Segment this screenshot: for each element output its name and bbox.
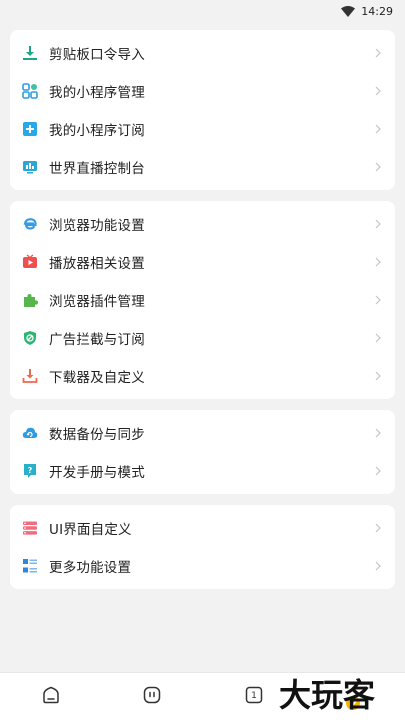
- menu-item-label: 广告拦截与订阅: [49, 332, 145, 348]
- menu-item-label: UI界面自定义: [49, 522, 132, 538]
- menu-item-label: 播放器相关设置: [49, 256, 145, 272]
- menu-item-label: 下载器及自定义: [49, 370, 145, 386]
- settings-list: 剪贴板口令导入 我的小程序管理 我的小程序订阅 世界直播控制台 浏览器功能设置 …: [0, 22, 405, 589]
- menu-item-label: 剪贴板口令导入: [49, 47, 145, 63]
- shield-block-icon: [21, 329, 39, 347]
- settings-card: 剪贴板口令导入 我的小程序管理 我的小程序订阅 世界直播控制台: [10, 30, 395, 190]
- menu-item-dev-manual[interactable]: ? 开发手册与模式: [10, 452, 395, 490]
- help-doc-icon: ?: [21, 462, 39, 480]
- menu-item-more-settings[interactable]: 更多功能设置: [10, 547, 395, 585]
- chevron-right-icon: [373, 160, 383, 174]
- menu-item-plugin-manage[interactable]: 浏览器插件管理: [10, 281, 395, 319]
- tab-count-badge: 1: [251, 691, 257, 701]
- chevron-right-icon: [373, 521, 383, 535]
- clipboard-import-icon: [21, 44, 39, 62]
- live-console-icon: [21, 158, 39, 176]
- browser-e-icon: [21, 215, 39, 233]
- watermark-logo: 大玩客: [279, 676, 375, 714]
- menu-item-mini-program-subscribe[interactable]: 我的小程序订阅: [10, 110, 395, 148]
- chevron-right-icon: [373, 369, 383, 383]
- subscribe-add-icon: [21, 120, 39, 138]
- download-icon: [21, 367, 39, 385]
- menu-item-label: 数据备份与同步: [49, 427, 145, 443]
- menu-item-label: 更多功能设置: [49, 560, 132, 576]
- menu-item-mini-program-manage[interactable]: 我的小程序管理: [10, 72, 395, 110]
- chevron-right-icon: [373, 559, 383, 573]
- menu-item-ui-customize[interactable]: UI界面自定义: [10, 509, 395, 547]
- menu-item-clipboard-import[interactable]: 剪贴板口令导入: [10, 34, 395, 72]
- cloud-sync-icon: [21, 424, 39, 442]
- watermark-text: 大玩客: [279, 676, 375, 714]
- chevron-right-icon: [373, 426, 383, 440]
- status-bar: 14:29: [0, 0, 405, 22]
- menu-item-live-console[interactable]: 世界直播控制台: [10, 148, 395, 186]
- menu-item-adblock[interactable]: 广告拦截与订阅: [10, 319, 395, 357]
- settings-card: 数据备份与同步 ? 开发手册与模式: [10, 410, 395, 494]
- menu-item-downloader[interactable]: 下载器及自定义: [10, 357, 395, 395]
- svg-text:?: ?: [28, 466, 33, 475]
- settings-card: 浏览器功能设置 播放器相关设置 浏览器插件管理 广告拦截与订阅 下载器及自定义: [10, 201, 395, 399]
- home-icon: [42, 686, 60, 708]
- ui-layout-icon: [21, 519, 39, 537]
- settings-card: UI界面自定义 更多功能设置: [10, 505, 395, 589]
- puzzle-plugin-icon: [21, 291, 39, 309]
- menu-item-label: 浏览器插件管理: [49, 294, 145, 310]
- chevron-right-icon: [373, 84, 383, 98]
- menu-face-icon: [143, 686, 161, 708]
- menu-item-browser-settings[interactable]: 浏览器功能设置: [10, 205, 395, 243]
- tabs-button[interactable]: 1: [244, 686, 264, 707]
- chevron-right-icon: [373, 217, 383, 231]
- chevron-right-icon: [373, 122, 383, 136]
- chevron-right-icon: [373, 464, 383, 478]
- chevron-right-icon: [373, 255, 383, 269]
- menu-item-label: 我的小程序管理: [49, 85, 145, 101]
- status-time: 14:29: [361, 4, 393, 18]
- menu-button[interactable]: [142, 686, 162, 708]
- more-settings-icon: [21, 557, 39, 575]
- player-icon: [21, 253, 39, 271]
- menu-item-label: 我的小程序订阅: [49, 123, 145, 139]
- home-button[interactable]: [41, 686, 61, 708]
- wifi-icon: [341, 5, 356, 17]
- chevron-right-icon: [373, 331, 383, 345]
- menu-item-backup-sync[interactable]: 数据备份与同步: [10, 414, 395, 452]
- menu-item-label: 开发手册与模式: [49, 465, 145, 481]
- menu-item-player-settings[interactable]: 播放器相关设置: [10, 243, 395, 281]
- menu-item-label: 世界直播控制台: [49, 161, 145, 177]
- chevron-right-icon: [373, 293, 383, 307]
- chevron-right-icon: [373, 46, 383, 60]
- menu-item-label: 浏览器功能设置: [49, 218, 145, 234]
- mini-program-grid-icon: [21, 82, 39, 100]
